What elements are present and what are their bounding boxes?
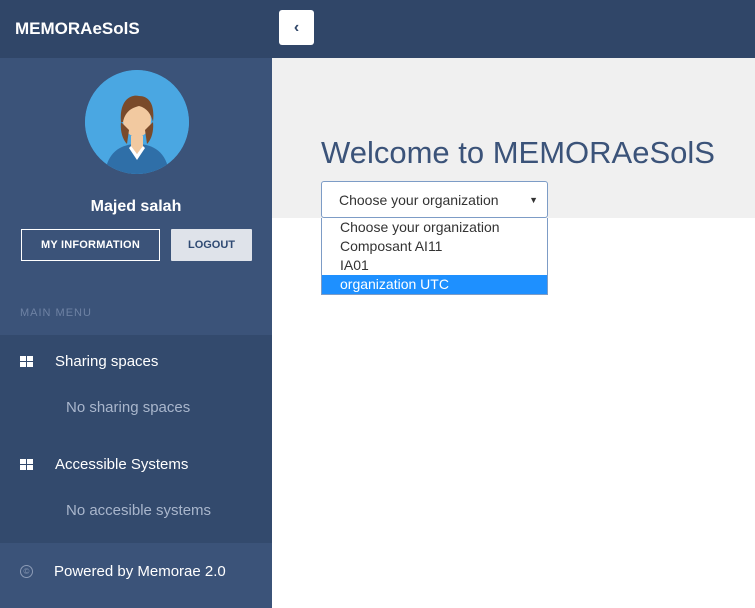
avatar-icon <box>85 70 189 174</box>
sidebar: MEMORAeSolS Majed salah MY INFORMATION L… <box>0 0 272 608</box>
my-information-button[interactable]: MY INFORMATION <box>21 229 160 261</box>
sharing-spaces-empty-text: No sharing spaces <box>66 399 191 416</box>
organization-select-value: Choose your organization <box>339 191 499 208</box>
profile-panel: Majed salah MY INFORMATION LOGOUT <box>0 58 272 333</box>
grid-icon <box>20 356 33 367</box>
sidebar-item-accessible-systems[interactable]: Accessible Systems <box>20 456 188 473</box>
brand-title[interactable]: MEMORAeSolS <box>0 0 272 58</box>
main-menu-header: MAIN MENU <box>20 307 92 319</box>
organization-select[interactable]: Choose your organization ▼ <box>321 181 548 218</box>
dropdown-option[interactable]: IA01 <box>322 256 547 275</box>
dropdown-option[interactable]: Choose your organization <box>322 218 547 237</box>
chevron-left-icon: ‹ <box>293 18 300 36</box>
dropdown-option[interactable]: Composant AI11 <box>322 237 547 256</box>
sidebar-footer: © Powered by Memorae 2.0 <box>0 543 272 608</box>
powered-by-label: Powered by Memorae 2.0 <box>54 563 226 580</box>
sidebar-section-accessible-systems: Accessible Systems No accesible systems <box>0 438 272 543</box>
caret-down-icon: ▼ <box>529 195 538 205</box>
accessible-systems-empty-text: No accesible systems <box>66 502 212 519</box>
sidebar-item-label: Sharing spaces <box>55 353 159 370</box>
grid-icon <box>20 459 33 470</box>
page-title: Welcome to MEMORAeSolS <box>321 135 715 170</box>
dropdown-option-highlighted[interactable]: organization UTC <box>322 275 547 294</box>
sidebar-item-label: Accessible Systems <box>55 456 189 473</box>
sidebar-section-sharing-spaces: Sharing spaces No sharing spaces <box>0 335 272 438</box>
logout-button[interactable]: LOGOUT <box>171 229 252 261</box>
user-name: Majed salah <box>90 198 182 215</box>
sidebar-toggle-button[interactable]: ‹ <box>279 10 314 45</box>
copyright-icon: © <box>20 565 33 578</box>
sidebar-item-sharing-spaces[interactable]: Sharing spaces <box>20 353 158 370</box>
organization-dropdown-list: Choose your organization Composant AI11 … <box>321 218 548 295</box>
top-bar: ‹ <box>272 0 755 58</box>
powered-by: © Powered by Memorae 2.0 <box>20 563 226 580</box>
user-avatar <box>85 70 189 174</box>
